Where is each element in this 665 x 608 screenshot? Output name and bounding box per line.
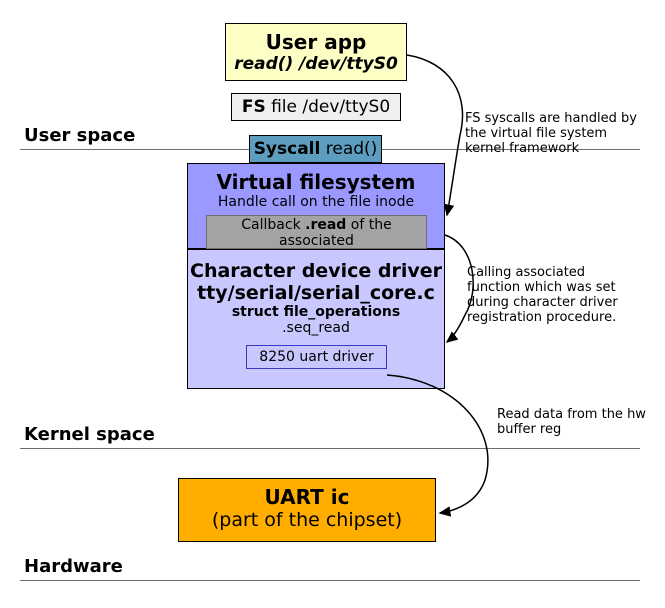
vfs-subtitle: Handle call on the file inode	[188, 194, 444, 210]
syscall-bold: Syscall	[254, 139, 321, 159]
vfs-box: Virtual filesystem Handle call on the fi…	[187, 163, 445, 249]
chardrv-struct: struct file_operations	[188, 304, 444, 320]
user-app-subtitle: read() /dev/ttyS0	[226, 54, 406, 74]
vfs-callback-line1: Callback .read of the associated	[207, 217, 426, 249]
hardware-divider	[20, 580, 640, 581]
hardware-label: Hardware	[24, 556, 123, 577]
user-app-box: User app read() /dev/ttyS0	[225, 23, 407, 81]
uart-driver-label: 8250 uart driver	[259, 349, 373, 365]
fs-file-rest: file /dev/ttyS0	[266, 97, 390, 117]
user-app-title: User app	[226, 30, 406, 54]
chardrv-seqread: .seq_read	[188, 320, 444, 336]
uart-ic-box: UART ic (part of the chipset)	[178, 478, 436, 542]
annot-read-data: Read data from the hw buffer reg	[497, 408, 647, 438]
uart-driver-box: 8250 uart driver	[246, 345, 387, 369]
kernel-space-divider	[20, 448, 640, 449]
user-space-label: User space	[24, 125, 135, 146]
syscall-box: Syscall read()	[249, 135, 382, 163]
vfs-title: Virtual filesystem	[188, 170, 444, 194]
chardrv-title: Character device driver	[188, 260, 444, 282]
fs-file-bold: FS	[242, 97, 266, 117]
chardrv-box: Character device driver tty/serial/seria…	[187, 249, 445, 389]
uart-ic-subtitle: (part of the chipset)	[179, 509, 435, 531]
vfs-callback-box: Callback .read of the associated struct …	[206, 215, 427, 249]
annot-fs-syscalls: FS syscalls are handled by the virtual f…	[465, 112, 640, 157]
syscall-rest: read()	[320, 139, 377, 159]
chardrv-subtitle: tty/serial/serial_core.c	[188, 282, 444, 304]
kernel-space-label: Kernel space	[24, 424, 155, 445]
annot-calling-assoc: Calling associated function which was se…	[467, 266, 642, 326]
uart-ic-title: UART ic	[179, 485, 435, 509]
fs-file-box: FS file /dev/ttyS0	[231, 93, 401, 121]
